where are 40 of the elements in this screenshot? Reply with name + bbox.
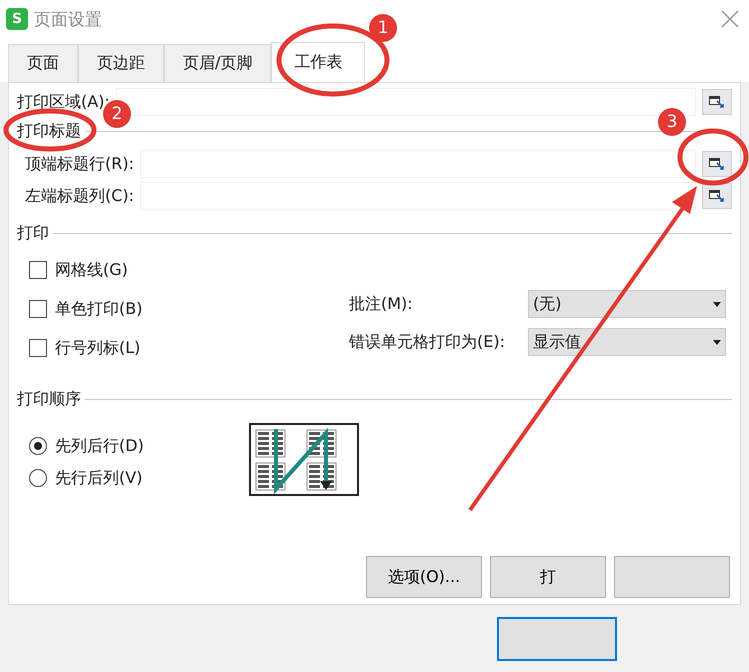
tab[interactable]: 页边距 xyxy=(78,44,164,83)
range-select-button[interactable] xyxy=(702,183,732,209)
range-select-icon xyxy=(709,190,725,202)
input-field[interactable] xyxy=(140,150,696,178)
app-logo: S xyxy=(6,8,28,30)
tab[interactable]: 工作表 xyxy=(271,42,366,83)
dialog-button[interactable]: 选项(O)... xyxy=(366,556,482,598)
checkbox-label: 单色打印(B) xyxy=(55,298,142,320)
annotation-circle xyxy=(678,128,748,186)
section-heading: 打印 xyxy=(17,222,49,244)
range-select-icon xyxy=(709,158,725,170)
range-select-button[interactable] xyxy=(702,89,732,115)
field-label: 顶端标题行(R): xyxy=(25,154,134,174)
checkbox[interactable] xyxy=(29,339,47,357)
radio-label: 先行后列(V) xyxy=(55,468,142,488)
close-icon[interactable] xyxy=(721,10,739,28)
dropdown[interactable]: (无) xyxy=(528,290,726,318)
radio-button[interactable] xyxy=(29,437,47,455)
radio-button[interactable] xyxy=(29,469,47,487)
tab[interactable]: 页面 xyxy=(8,44,78,83)
dialog-button[interactable]: 打 xyxy=(490,556,606,598)
caret-icon xyxy=(713,302,721,306)
field-label: 错误单元格打印为(E): xyxy=(349,332,506,352)
checkbox-label: 网格线(G) xyxy=(55,260,128,280)
range-select-icon xyxy=(709,96,725,108)
radio-label: 先列后行(D) xyxy=(55,436,144,456)
input-field[interactable] xyxy=(140,182,696,210)
caret-icon xyxy=(713,340,721,344)
field-label: 左端标题列(C): xyxy=(25,186,134,206)
dropdown[interactable]: 显示值 xyxy=(528,328,726,356)
range-select-button[interactable] xyxy=(702,151,732,177)
checkbox-label: 行号列标(L) xyxy=(55,338,140,358)
dialog-button[interactable] xyxy=(497,616,617,660)
checkbox[interactable] xyxy=(29,261,47,279)
window-title: 页面设置 xyxy=(34,8,102,30)
section-heading: 打印标题 xyxy=(17,120,81,142)
field-label: 批注(M): xyxy=(349,294,414,314)
tab[interactable]: 页眉/页脚 xyxy=(164,44,272,83)
section-heading: 打印顺序 xyxy=(17,388,81,410)
checkbox[interactable] xyxy=(29,300,47,318)
